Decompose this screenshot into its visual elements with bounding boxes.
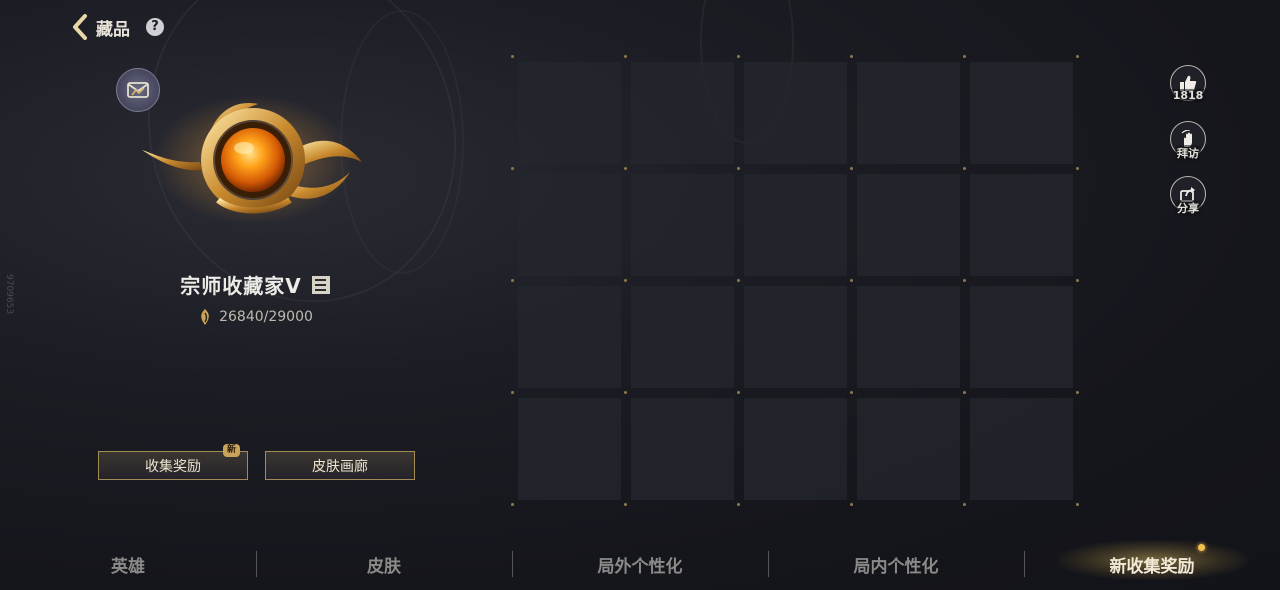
tab-out-of-game-personalization[interactable]: 局外个性化 xyxy=(512,538,768,590)
grid-corner-dot xyxy=(737,391,740,394)
skin-gallery-label: 皮肤画廊 xyxy=(312,458,368,475)
collection-slot[interactable] xyxy=(518,398,621,500)
top-bar: 藏品 ? xyxy=(70,12,164,42)
collector-emblem xyxy=(142,95,362,225)
tab-label: 英雄 xyxy=(111,556,145,577)
grid-corner-dot xyxy=(850,279,853,282)
collection-slot[interactable] xyxy=(631,174,734,276)
like-button[interactable]: 1818 xyxy=(1169,65,1207,102)
tab-label: 局内个性化 xyxy=(853,556,939,577)
grid-corner-dot xyxy=(963,503,966,506)
grid-corner-dot xyxy=(624,279,627,282)
help-question-icon[interactable]: ? xyxy=(146,18,164,36)
collection-grid xyxy=(511,55,1079,506)
collection-slot[interactable] xyxy=(518,174,621,276)
grid-corner-dot xyxy=(850,503,853,506)
grid-corner-dot xyxy=(1076,55,1079,58)
grid-corner-dot xyxy=(850,167,853,170)
bottom-nav: 英雄 皮肤 局外个性化 局内个性化 新收集奖励 xyxy=(0,538,1280,590)
grid-corner-dot xyxy=(511,279,514,282)
collection-points-row: 26840/29000 xyxy=(0,308,510,326)
grid-corner-dot xyxy=(850,391,853,394)
page-title: 藏品 xyxy=(96,19,130,40)
collection-slot[interactable] xyxy=(744,174,847,276)
grid-corner-dot xyxy=(624,503,627,506)
share-button[interactable]: 分享 xyxy=(1169,176,1207,216)
collection-slot[interactable] xyxy=(970,398,1073,500)
tab-label: 局外个性化 xyxy=(597,556,683,577)
grid-corner-dot xyxy=(1076,391,1079,394)
collection-slot[interactable] xyxy=(744,62,847,164)
tab-label: 新收集奖励 xyxy=(1109,556,1195,577)
tab-new-collection-rewards[interactable]: 新收集奖励 xyxy=(1024,538,1280,590)
collection-slot[interactable] xyxy=(631,286,734,388)
rank-title: 宗师收藏家Ⅴ xyxy=(180,274,302,298)
grid-corner-dot xyxy=(1076,167,1079,170)
collection-slot[interactable] xyxy=(744,286,847,388)
back-chevron-icon[interactable] xyxy=(70,13,90,41)
tab-in-game-personalization[interactable]: 局内个性化 xyxy=(768,538,1024,590)
collection-points-text: 26840/29000 xyxy=(219,309,313,325)
visit-label: 拜访 xyxy=(1175,145,1201,161)
grid-corner-dot xyxy=(511,167,514,170)
grid-corner-dot xyxy=(624,391,627,394)
grid-corner-dot xyxy=(737,503,740,506)
rank-row: 宗师收藏家Ⅴ xyxy=(0,270,510,299)
collection-slot[interactable] xyxy=(631,398,734,500)
rank-details-icon[interactable] xyxy=(311,275,330,294)
collect-reward-label: 收集奖励 xyxy=(145,458,201,475)
collection-slot[interactable] xyxy=(970,174,1073,276)
grid-corner-dot xyxy=(1076,279,1079,282)
grid-corner-dot xyxy=(963,391,966,394)
collection-slot[interactable] xyxy=(857,398,960,500)
collection-slot[interactable] xyxy=(970,62,1073,164)
grid-corner-dot xyxy=(511,391,514,394)
collection-points-icon xyxy=(201,309,209,325)
collection-slot[interactable] xyxy=(857,62,960,164)
skin-gallery-button[interactable]: 皮肤画廊 xyxy=(265,451,415,480)
collection-slot[interactable] xyxy=(857,174,960,276)
new-badge: 新 xyxy=(223,444,240,457)
collection-slot[interactable] xyxy=(857,286,960,388)
collection-slot[interactable] xyxy=(518,286,621,388)
grid-corner-dot xyxy=(624,167,627,170)
collection-slot[interactable] xyxy=(518,62,621,164)
like-count: 1818 xyxy=(1170,89,1206,102)
nav-divider xyxy=(768,551,769,577)
collection-slot[interactable] xyxy=(744,398,847,500)
grid-corner-dot xyxy=(511,503,514,506)
nav-divider xyxy=(1024,551,1025,577)
grid-corner-dot xyxy=(850,55,853,58)
grid-corner-dot xyxy=(511,55,514,58)
share-label: 分享 xyxy=(1175,200,1201,216)
nav-divider xyxy=(256,551,257,577)
grid-corner-dot xyxy=(624,55,627,58)
grid-corner-dot xyxy=(737,167,740,170)
tab-skins[interactable]: 皮肤 xyxy=(256,538,512,590)
grid-corner-dot xyxy=(1076,503,1079,506)
collection-slot[interactable] xyxy=(631,62,734,164)
tab-heroes[interactable]: 英雄 xyxy=(0,538,256,590)
visit-button[interactable]: 拜访 xyxy=(1169,121,1207,161)
collection-slot[interactable] xyxy=(970,286,1073,388)
grid-corner-dot xyxy=(963,279,966,282)
nav-divider xyxy=(512,551,513,577)
grid-corner-dot xyxy=(963,167,966,170)
notification-dot xyxy=(1198,544,1205,551)
tab-label: 皮肤 xyxy=(367,556,401,577)
grid-corner-dot xyxy=(737,279,740,282)
grid-corner-dot xyxy=(737,55,740,58)
grid-corner-dot xyxy=(963,55,966,58)
